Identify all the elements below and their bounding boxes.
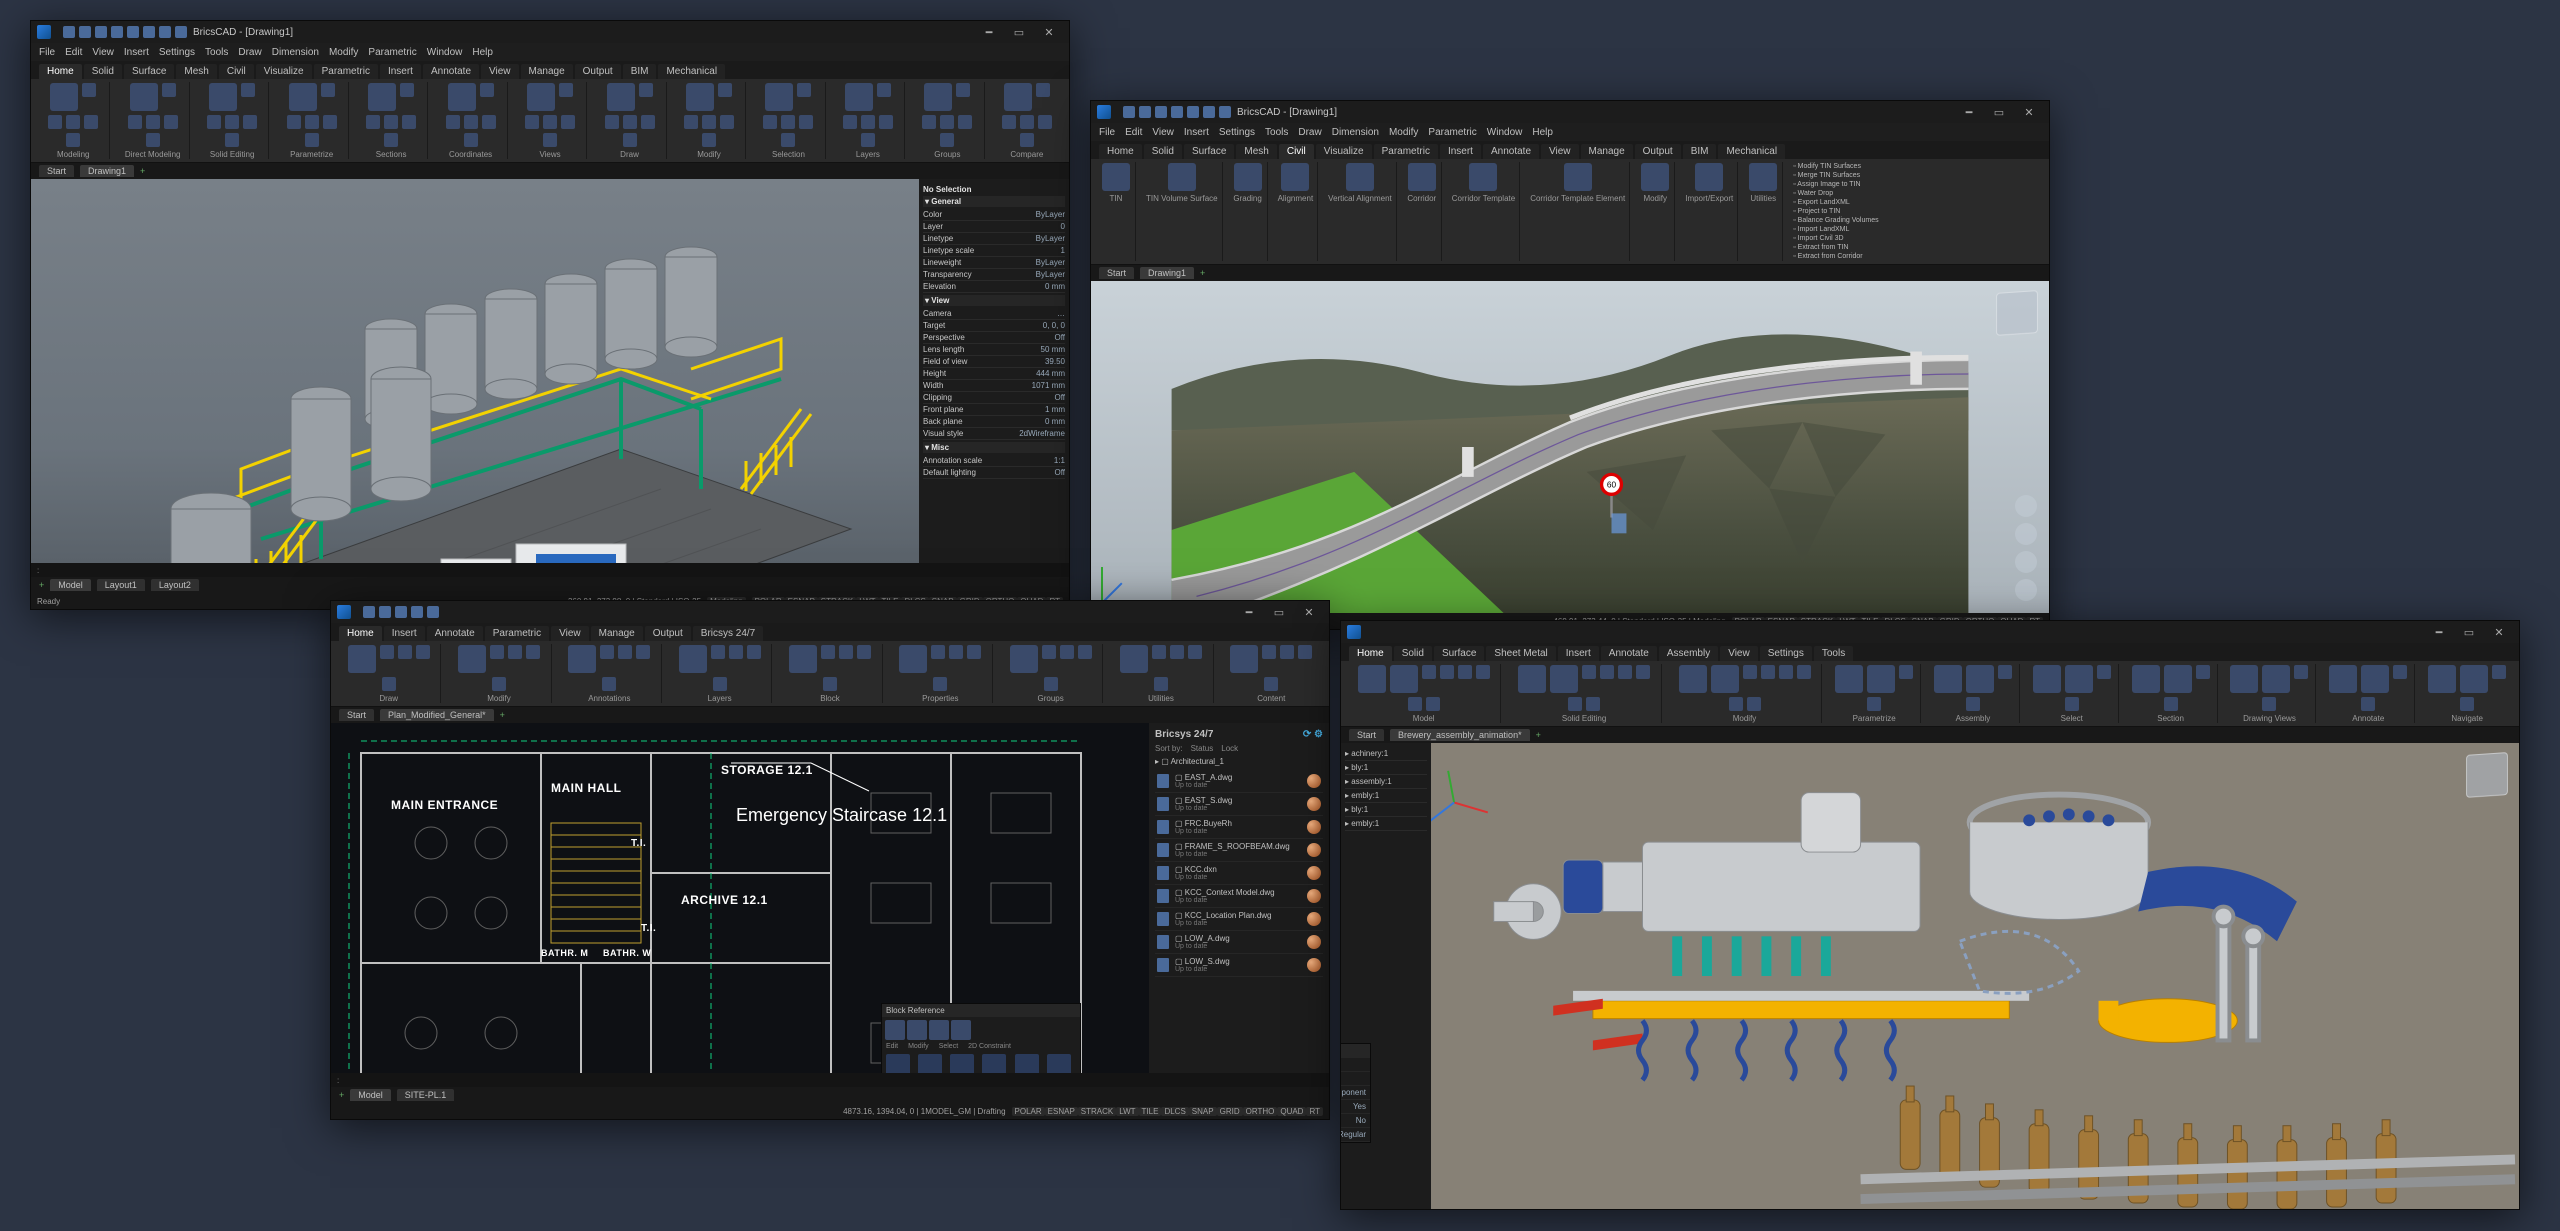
command-line[interactable]: : [31, 563, 1069, 577]
viewport-3d[interactable]: ▸ achinery:1▸ bly:1▸ assembly:1▸ embly:1… [1341, 743, 2519, 1209]
ribbon-tabs[interactable]: HomeSolidSurfaceMeshCivilVisualizeParame… [31, 61, 1069, 79]
ribbon[interactable]: TINTIN Volume SurfaceGradingAlignmentVer… [1091, 159, 2049, 265]
viewcube[interactable] [2466, 752, 2508, 798]
layout-tabs[interactable]: + Model Layout1 Layout2 [31, 577, 1069, 593]
block-reference-quad[interactable]: Block Reference EditModifySelect2D Const… [881, 1003, 1081, 1073]
viewport-3d[interactable]: No Selection ▾ General ColorByLayerLayer… [31, 179, 1069, 563]
brewery-scene [61, 199, 881, 563]
document-tabs[interactable]: Start Drawing1 + [31, 163, 1069, 179]
window-drafting: ━▭✕ HomeInsertAnnotateParametricViewMana… [330, 600, 1330, 1120]
app-logo [37, 25, 51, 39]
menubar[interactable]: FileEditViewInsertSettingsToolsDrawDimen… [1091, 123, 2049, 141]
label-bathr-w: BATHR. W [603, 948, 651, 958]
window-mechanical: ━▭✕ HomeSolidSurfaceSheet MetalInsertAnn… [1340, 620, 2520, 1210]
app-logo [1347, 625, 1361, 639]
label-ti-2: T.I. [641, 923, 656, 934]
window-civil: BricsCAD - [Drawing1] ━▭✕ FileEditViewIn… [1090, 100, 2050, 630]
ribbon-tabs[interactable]: HomeInsertAnnotateParametricViewManageOu… [331, 623, 1329, 641]
titlebar[interactable]: ━▭✕ [331, 601, 1329, 623]
ribbon[interactable]: DrawModifyAnnotationsLayersBlockProperti… [331, 641, 1329, 707]
document-tabs[interactable]: Start Drawing1 + [1091, 265, 2049, 281]
ribbon-tabs[interactable]: HomeSolidSurfaceSheet MetalInsertAnnotat… [1341, 643, 2519, 661]
svg-text:60: 60 [1607, 480, 1617, 490]
label-bathr-m: BATHR. M [541, 948, 588, 958]
document-tabs[interactable]: Start Plan_Modified_General* + [331, 707, 1329, 723]
window-modeling: BricsCAD - [Drawing1] ━▭✕ FileEditViewIn… [30, 20, 1070, 610]
titlebar[interactable]: BricsCAD - [Drawing1] ━▭✕ [1091, 101, 2049, 123]
bricsys-247-panel[interactable]: Bricsys 24/7 ⟳ ⚙ Sort by:StatusLock ▸ ▢ … [1149, 723, 1329, 1073]
ribbon[interactable]: ModelSolid EditingModifyParametrizeAssem… [1341, 661, 2519, 727]
label-archive: ARCHIVE 12.1 [681, 893, 768, 907]
document-tabs[interactable]: Start Brewery_assembly_animation* + [1341, 727, 2519, 743]
titlebar[interactable]: BricsCAD - [Drawing1] ━▭✕ [31, 21, 1069, 43]
road-scene: 60 [1091, 281, 2049, 613]
nav-tools[interactable] [2015, 495, 2037, 601]
viewport-3d[interactable]: 60 [1091, 281, 2049, 613]
mech-properties[interactable]: Mechanical FileExtension typeInsert asEx… [1341, 1043, 1371, 1143]
window-controls[interactable]: ━▭✕ [2425, 623, 2513, 641]
window-controls[interactable]: ━▭✕ [975, 23, 1063, 41]
viewport-2d[interactable]: X Y MAIN ENTRANCE MAIN HALL T.I. T.I. BA… [331, 723, 1329, 1073]
window-controls[interactable]: ━▭✕ [1955, 103, 2043, 121]
ribbon-tabs[interactable]: HomeSolidSurfaceMeshCivilVisualizeParame… [1091, 141, 2049, 159]
statusbar[interactable]: 4873.16, 1394.04, 0 | 1MODEL_GM | Drafti… [331, 1103, 1329, 1119]
properties-panel[interactable]: No Selection ▾ General ColorByLayerLayer… [919, 179, 1069, 563]
ucs-icon [1101, 557, 1147, 603]
window-controls[interactable]: ━▭✕ [1235, 603, 1323, 621]
titlebar[interactable]: ━▭✕ [1341, 621, 2519, 643]
app-logo [337, 605, 351, 619]
label-ti-1: T.I. [631, 838, 646, 849]
label-main-hall: MAIN HALL [551, 781, 622, 795]
assembly-scene [1341, 743, 2519, 1209]
ribbon[interactable]: ModelingDirect ModelingSolid EditingPara… [31, 79, 1069, 163]
label-storage: STORAGE 12.1 [721, 763, 813, 777]
label-main-entrance: MAIN ENTRANCE [391, 798, 498, 812]
menubar[interactable]: FileEditViewInsertSettingsToolsDrawDimen… [31, 43, 1069, 61]
layout-tabs[interactable]: + Model SITE-PL.1 [331, 1087, 1329, 1103]
command-line[interactable]: : [331, 1073, 1329, 1087]
annotation-emergency: Emergency Staircase 12.1 [736, 805, 947, 826]
viewcube[interactable] [1996, 290, 2038, 336]
app-logo [1097, 105, 1111, 119]
